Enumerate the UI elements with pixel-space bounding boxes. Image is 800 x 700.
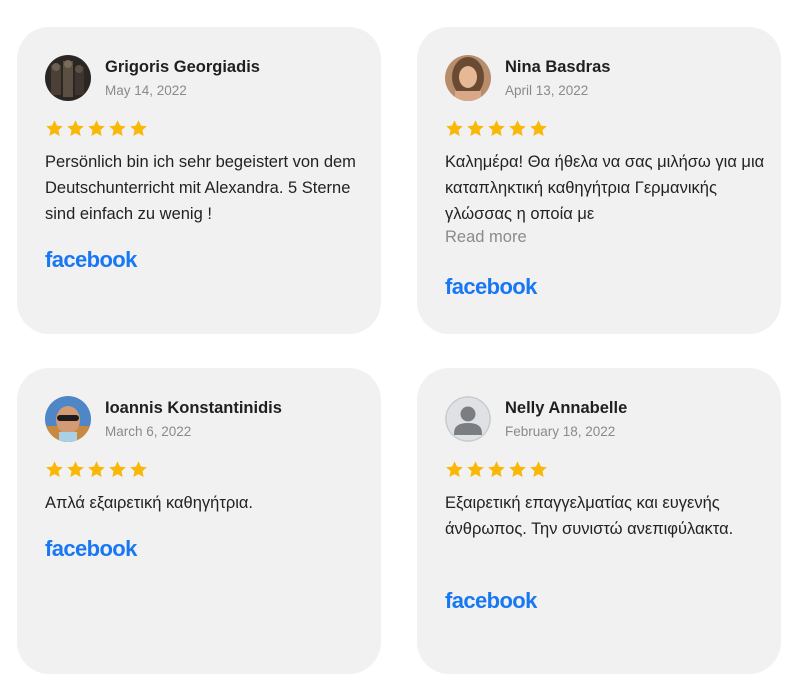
user-avatar: [45, 55, 91, 101]
user-avatar: [445, 55, 491, 101]
star-rating: [45, 460, 148, 479]
star-icon: [446, 120, 463, 137]
star-icon: [46, 120, 63, 137]
review-text: Εξαιρετική επαγγελματίας και ευγενής άνθ…: [445, 494, 734, 538]
star-icon: [67, 461, 84, 478]
review-date: March 6, 2022: [105, 424, 192, 439]
facebook-logo[interactable]: facebook: [445, 274, 537, 300]
star-icon: [488, 461, 505, 478]
review-date: February 18, 2022: [505, 424, 616, 439]
star-icon: [130, 461, 147, 478]
star-icon: [109, 120, 126, 137]
star-icon: [130, 120, 147, 137]
facebook-logo[interactable]: facebook: [445, 588, 537, 614]
star-icon: [109, 461, 126, 478]
review-card: Nelly Annabelle February 18, 2022 Εξαιρε…: [417, 368, 781, 674]
star-icon: [88, 461, 105, 478]
star-icon: [46, 461, 63, 478]
default-user-icon: [445, 396, 491, 442]
review-card: Ioannis Konstantinidis March 6, 2022 Απλ…: [17, 368, 381, 674]
facebook-logo[interactable]: facebook: [45, 536, 137, 562]
star-icon: [67, 120, 84, 137]
review-text: Persönlich bin ich sehr begeistert von d…: [45, 153, 356, 223]
review-text: Απλά εξαιρετική καθηγήτρια.: [45, 494, 254, 512]
star-icon: [509, 461, 526, 478]
star-icon: [467, 120, 484, 137]
reviewer-name: Grigoris Georgiadis: [105, 58, 260, 76]
star-icon: [467, 461, 484, 478]
star-icon: [446, 461, 463, 478]
star-rating: [445, 460, 548, 479]
review-card: Nina Basdras April 13, 2022 Καλημέρα! Θα…: [417, 27, 781, 334]
read-more-link[interactable]: Read more: [445, 228, 527, 247]
reviewer-name: Nina Basdras: [505, 58, 611, 76]
facebook-logo[interactable]: facebook: [45, 247, 137, 273]
review-card: Grigoris Georgiadis May 14, 2022 Persönl…: [17, 27, 381, 334]
star-icon: [530, 461, 547, 478]
reviewer-name: Ioannis Konstantinidis: [105, 399, 282, 417]
star-rating: [445, 119, 548, 138]
star-icon: [488, 120, 505, 137]
star-icon: [530, 120, 547, 137]
review-text: Καλημέρα! Θα ήθελα να σας μιλήσω για μια…: [445, 153, 765, 223]
star-icon: [88, 120, 105, 137]
review-date: May 14, 2022: [105, 83, 187, 98]
reviewer-name: Nelly Annabelle: [505, 399, 628, 417]
user-avatar: [45, 396, 91, 442]
star-icon: [509, 120, 526, 137]
review-date: April 13, 2022: [505, 83, 589, 98]
star-rating: [45, 119, 148, 138]
